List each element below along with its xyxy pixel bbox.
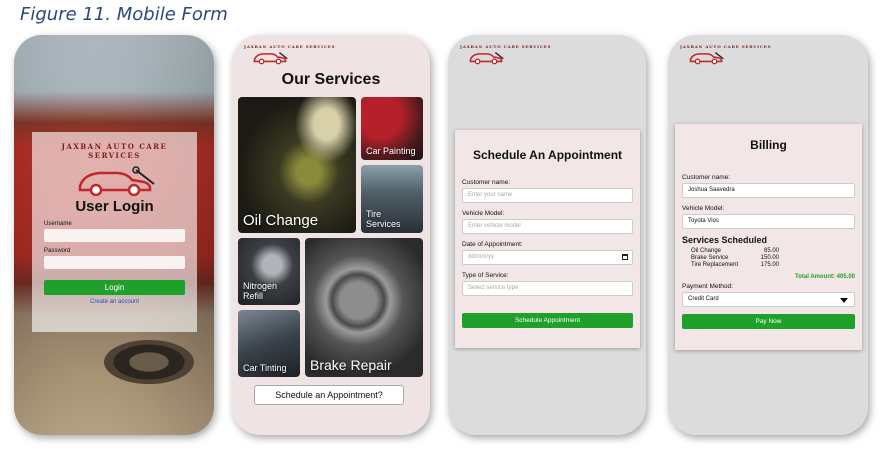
date-placeholder: dd/mm/yy [468,254,495,260]
create-account-link[interactable]: Create an account [44,299,185,305]
vehicle-model-label: Vehicle Model: [462,210,505,217]
tile-label: Oil Change [243,212,319,229]
services-screen: JAXBAN AUTO CARE SERVICES Our Services O… [232,35,430,435]
date-input[interactable]: dd/mm/yy [462,250,633,265]
tile-label: Car Painting [366,146,416,156]
vehicle-model-label: Vehicle Model: [682,205,725,212]
services-list: Oil Change 85.00 Brake Service 150.00 Tire… [691,248,855,269]
date-label: Date of Appointment: [462,241,523,248]
login-card: JAXBAN AUTO CARE SERVICES User Login Use… [32,132,197,332]
pay-now-button[interactable]: Pay Now [682,314,855,329]
car-logo-icon [686,49,726,70]
nitrogen-refill-tile[interactable]: Nitrogen Refill [238,238,300,305]
car-painting-tile[interactable]: Car Painting [361,97,423,160]
brake-repair-tile[interactable]: Brake Repair [305,238,423,377]
tile-label: Tire Services [366,209,401,229]
services-heading: Services Scheduled [682,235,768,245]
login-title: User Login [75,198,154,215]
login-screen: JAXBAN AUTO CARE SERVICES User Login Use… [14,35,214,435]
brand-name: JAXBAN AUTO CARE SERVICES [61,142,168,160]
tile-label: Brake Repair [310,357,392,373]
appointment-form: Schedule An Appointment Customer name: E… [455,130,640,348]
list-item: Brake Service 150.00 [691,255,779,261]
car-logo-icon [44,164,185,196]
login-button[interactable]: Login [44,280,185,295]
appointment-title: Schedule An Appointment [472,148,623,162]
customer-name-input[interactable]: Enter your name [462,188,633,203]
payment-method-label: Payment Method: [682,283,733,290]
customer-name-label: Customer name: [462,179,511,186]
calendar-icon[interactable] [622,254,628,260]
vehicle-model-input[interactable]: Enter vehicle model [462,219,633,234]
schedule-screen: JAXBAN AUTO CARE SERVICES Schedule An Ap… [448,35,646,435]
billing-title: Billing [750,138,787,152]
oil-change-tile[interactable]: Oil Change [238,97,356,233]
payment-method-value: Credit Card [688,296,719,302]
car-logo-icon [250,49,290,70]
billing-screen: JAXBAN AUTO CARE SERVICES Billing Custom… [668,35,868,435]
customer-name-label: Customer name: [682,174,731,181]
service-type-label: Type of Service: [462,272,509,279]
service-type-select[interactable]: Select service type [462,281,633,296]
customer-name-input[interactable]: Joshua Saavedra [682,183,855,198]
username-label: Username [44,221,72,227]
tire-services-tile[interactable]: Tire Services [361,165,423,233]
payment-method-select[interactable]: Credit Card [682,292,855,307]
password-label: Password [44,248,71,254]
username-input[interactable] [44,229,185,242]
password-input[interactable] [44,256,185,269]
vehicle-model-input[interactable]: Toyota Vios [682,214,855,229]
car-logo-icon [466,49,506,70]
tile-label: Nitrogen Refill [243,281,278,301]
tire-image [104,340,194,384]
chevron-down-icon[interactable] [840,298,848,303]
list-item: Tire Replacement 175.00 [691,262,779,268]
schedule-appointment-submit[interactable]: Schedule Appointment [462,313,633,328]
billing-form: Billing Customer name: Joshua Saavedra V… [675,124,862,350]
total-amount: Total Amount: 405.00 [794,274,855,280]
tile-label: Car Tinting [243,363,287,373]
services-title: Our Services [281,71,381,88]
schedule-appointment-button[interactable]: Schedule an Appointment? [254,385,404,405]
car-tinting-tile[interactable]: Car Tinting [238,310,300,377]
list-item: Oil Change 85.00 [691,248,779,254]
figure-caption: Figure 11. Mobile Form [20,4,228,25]
